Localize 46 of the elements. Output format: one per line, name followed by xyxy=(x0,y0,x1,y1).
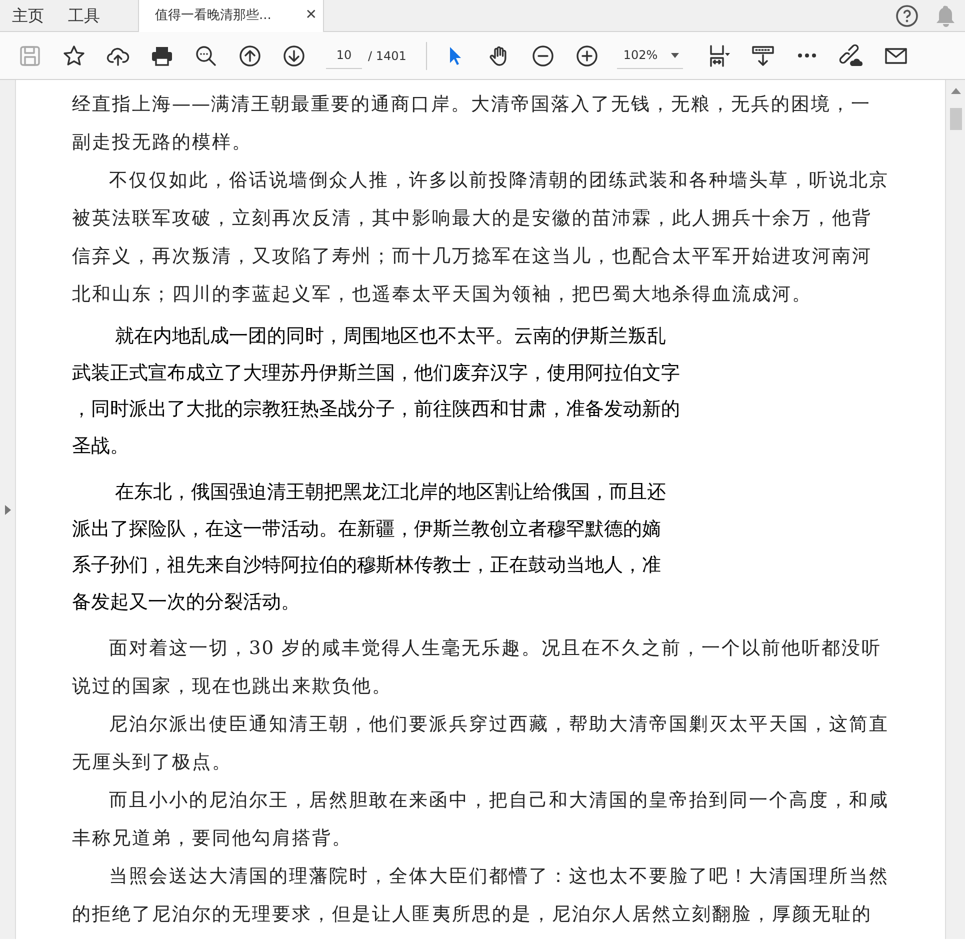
text-line: 而且小小的尼泊尔王，居然胆敢在来函中，把自己和大清国的皇帝抬到同一个高度，和咸 xyxy=(108,789,890,813)
text-line: 不仅仅如此，俗话说墙倒众人推，许多以前投降清朝的团练武装和各种墙头草，听说北京 xyxy=(108,169,890,193)
text-line: 面对着这一切，30 岁的咸丰觉得人生毫无乐趣。况且在不久之前，一个以前他听都没听 xyxy=(108,637,882,661)
text-line: 无厘头到了极点。 xyxy=(72,751,233,775)
close-icon[interactable]: ✕ xyxy=(305,5,317,26)
text-line: 武装正式宣布成立了大理苏丹伊斯兰国，他们废弃汉字，使用阿拉伯文字 xyxy=(72,360,681,386)
text-line: 说过的国家，现在也跳出来欺负他。 xyxy=(72,675,393,699)
text-line: 就在内地乱成一团的同时，周围地区也不太平。云南的伊斯兰叛乱 xyxy=(114,324,667,349)
text-line: ，同时派出了大批的宗教狂热圣战分子，前往陕西和甘肃，准备发动新的 xyxy=(72,397,681,422)
text-line: 当照会送达大清国的理藩院时，全体大臣们都懵了：这也太不要脸了吧！大清国理所当然 xyxy=(108,865,890,889)
caret-icon xyxy=(671,52,680,58)
page-layout-icon xyxy=(707,44,732,68)
text-line: 丰称兄道弟，要同他勾肩搭背。 xyxy=(72,827,353,851)
text-line: 经直指上海——满清王朝最重要的通商口岸。大清帝国落入了无钱，无粮，无兵的困境，一 xyxy=(72,93,872,117)
expand-panel-icon[interactable] xyxy=(4,504,10,514)
scroll-mode-icon xyxy=(751,44,776,68)
zoom-dropdown[interactable]: 102% xyxy=(617,42,684,68)
text-line: 信弃义，再次叛清，又攻陷了寿州；而十几万捻军在这当儿，也配合太平军开始进攻河南河 xyxy=(72,245,873,269)
text-line: 副走投无路的模样。 xyxy=(72,131,253,155)
text-line: 北和山东；四川的李蓝起义军，也遥奉太平天国为领袖，把巴蜀大地杀得血流成河。 xyxy=(72,283,813,307)
text-line: 被英法联军攻破，立刻再次反清，其中影响最大的是安徽的苗沛霖，此人拥兵十余万，他背 xyxy=(72,207,873,231)
text-line: 在东北，俄国强迫清王朝把黑龙江北岸的地区割让给俄国，而且还 xyxy=(114,480,667,505)
nav-tab[interactable]: 工具 xyxy=(56,0,112,32)
arrow-down-circle-icon xyxy=(282,44,306,68)
text-line: 的拒绝了尼泊尔的无理要求，但是让人匪夷所思的是，尼泊尔人居然立刻翻脸，厚颜无耻的 xyxy=(72,903,873,927)
scroll-up-icon[interactable] xyxy=(950,88,960,94)
more-icon xyxy=(797,53,818,58)
page-number-field[interactable]: 10 xyxy=(326,42,362,68)
help-icon[interactable] xyxy=(895,4,919,28)
text-line: 尼泊尔派出使臣通知清王朝，他们要派兵穿过西藏，帮助大清帝国剿灭太平天国，这简直 xyxy=(108,713,890,737)
scroll-thumb[interactable] xyxy=(950,108,962,130)
link-cloud-icon xyxy=(839,44,864,68)
text-line: 圣战。 xyxy=(72,434,130,458)
save-icon xyxy=(18,44,42,68)
page-total: / 1401 xyxy=(368,48,406,64)
text-line: 系子孙们，祖先来自沙特阿拉伯的穆斯林传教士，正在鼓动当地人，准 xyxy=(72,553,662,578)
search-icon xyxy=(194,44,218,68)
text-line: 派出了探险队，在这一带活动。在新疆，伊斯兰教创立者穆罕默德的嫡 xyxy=(72,516,662,542)
star-icon xyxy=(62,44,86,68)
arrow-up-circle-icon xyxy=(238,44,262,68)
scrollbar[interactable] xyxy=(945,80,965,939)
zoom-in-icon xyxy=(575,44,600,68)
document-tab[interactable]: 值得一看晚清那些... ✕ xyxy=(138,0,324,32)
zoom-out-icon xyxy=(531,44,556,68)
text-line: 备发起又一次的分裂活动。 xyxy=(72,590,301,614)
nav-tab[interactable]: 主页 xyxy=(0,0,56,32)
